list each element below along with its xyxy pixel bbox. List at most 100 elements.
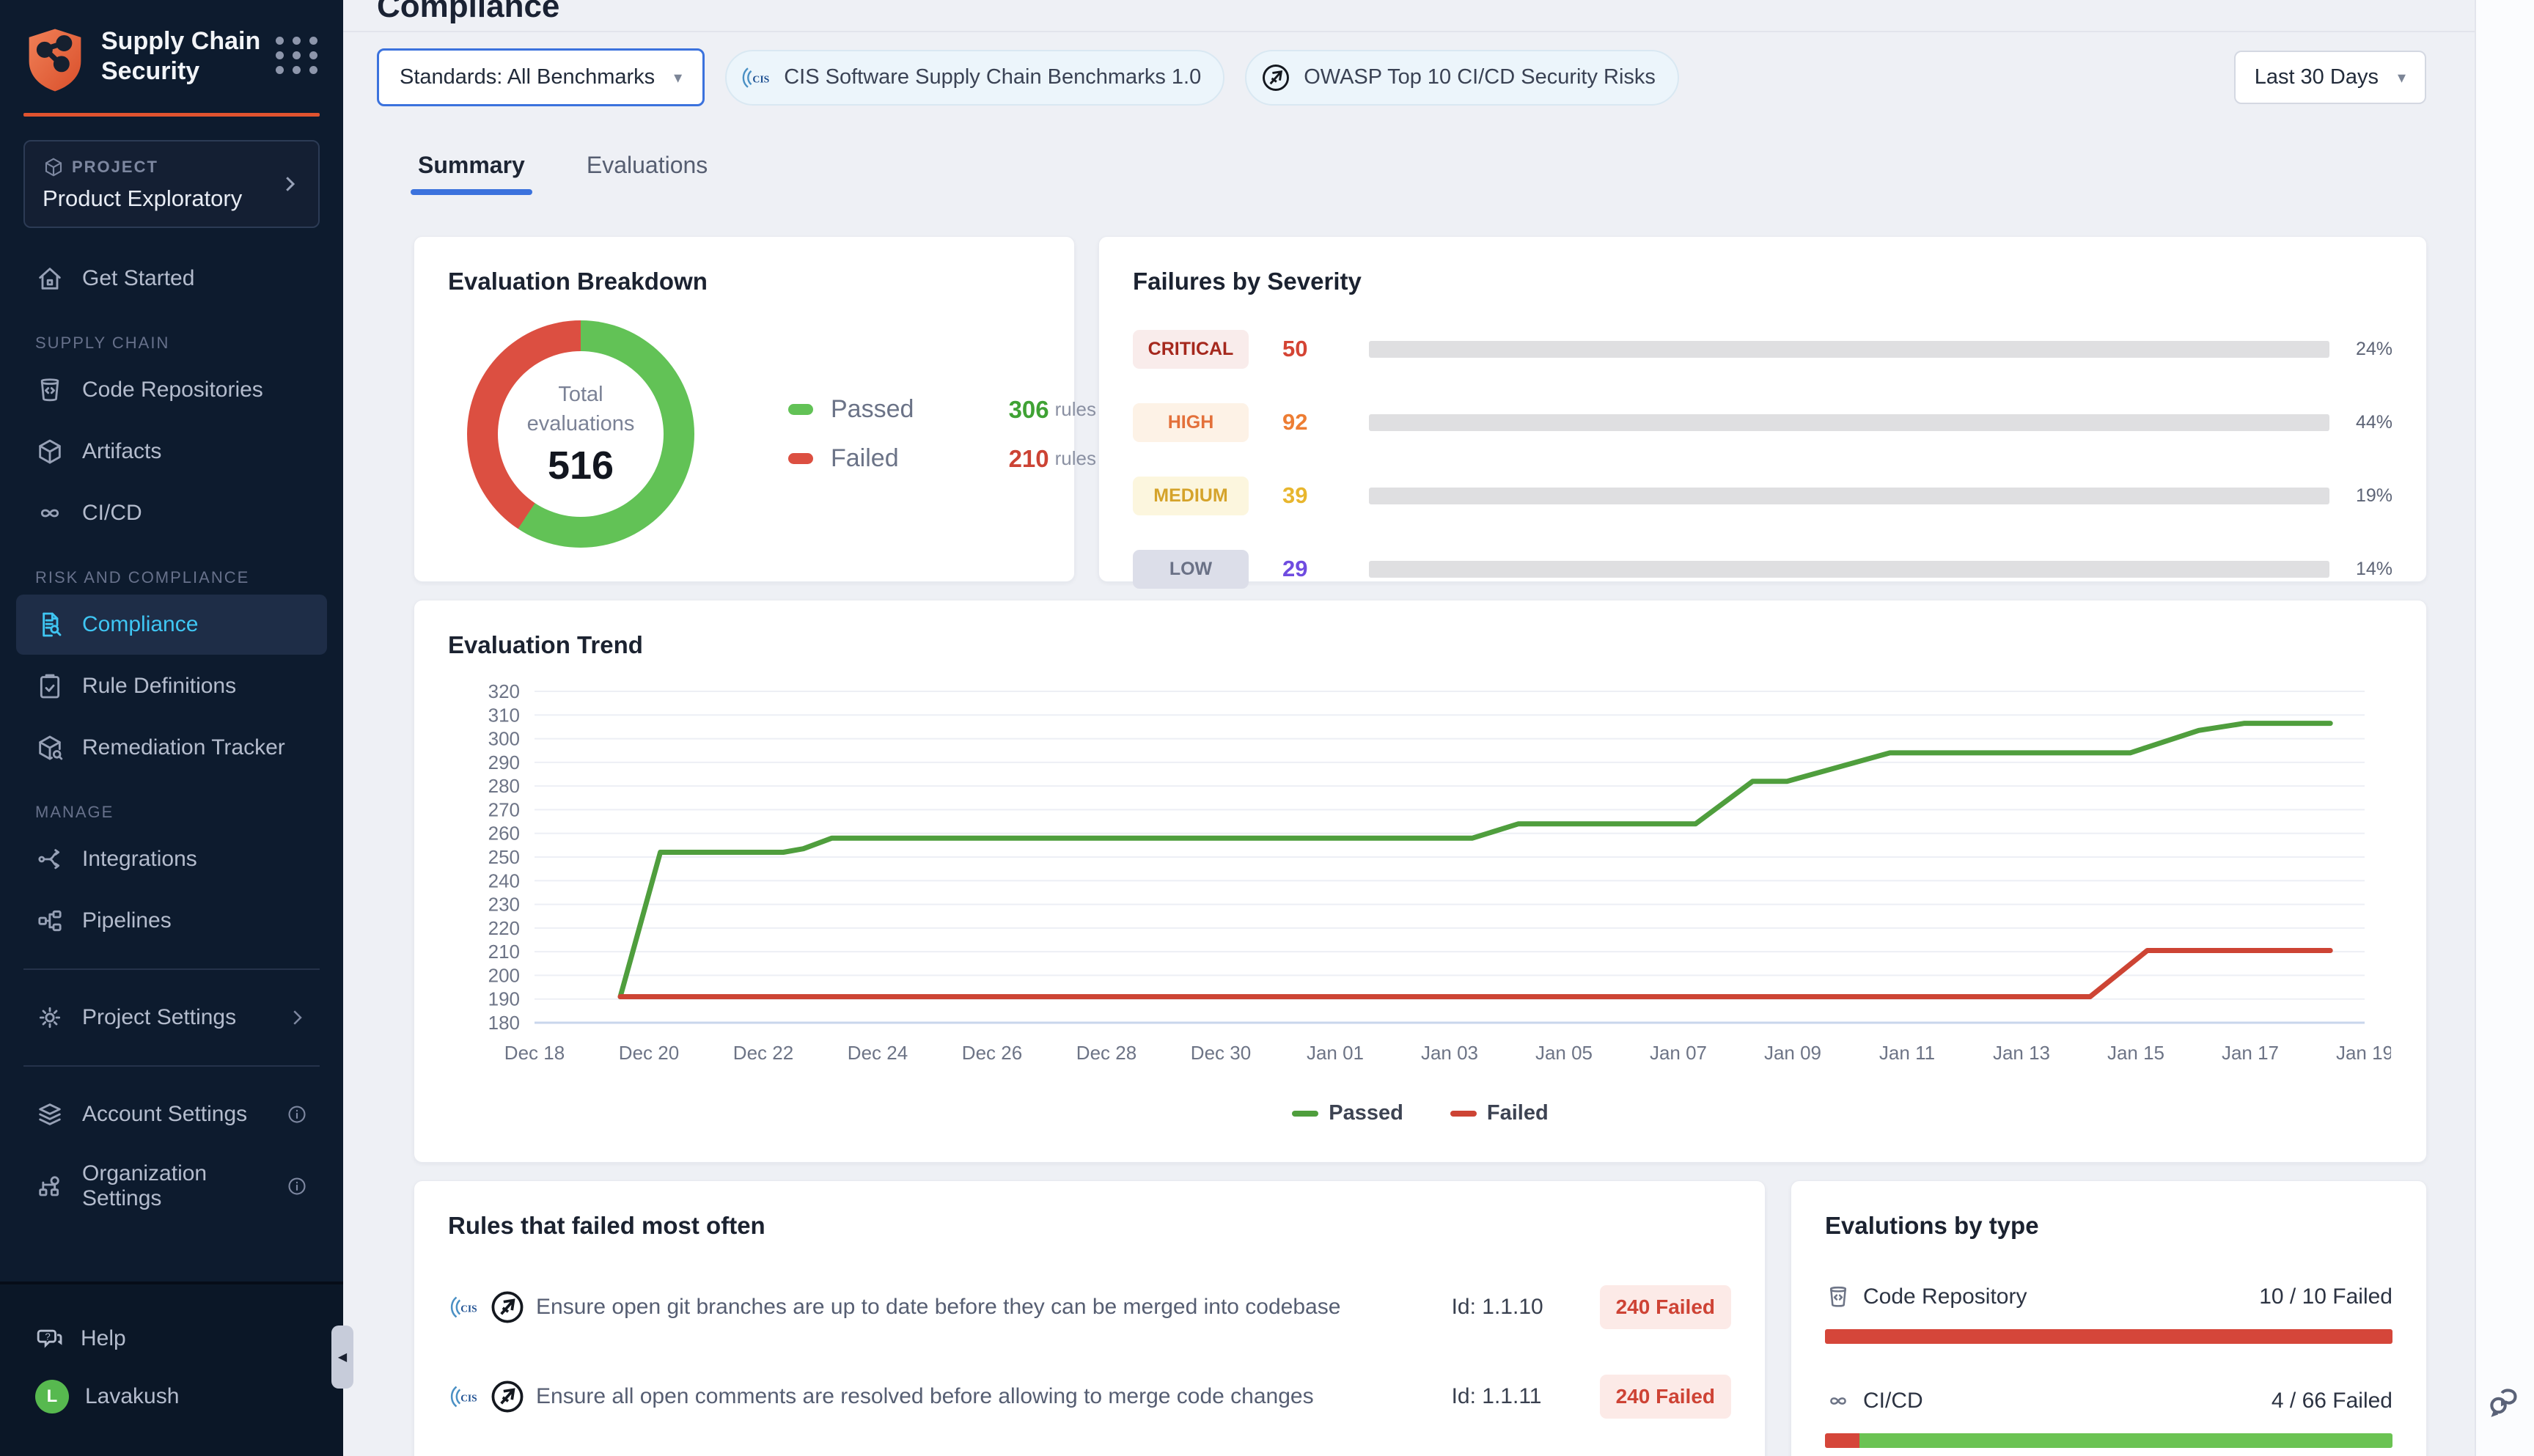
chat-support-icon[interactable] [2483, 1380, 2526, 1422]
benchmark-chip-owasp[interactable]: OWASP Top 10 CI/CD Security Risks [1245, 50, 1679, 106]
severity-badge: CRITICAL [1133, 330, 1249, 369]
date-range-dropdown[interactable]: Last 30 Days ▾ [2234, 51, 2426, 104]
svg-text:?: ? [45, 1331, 50, 1342]
repo-icon [1825, 1284, 1851, 1310]
page-title: Compliance [377, 0, 2475, 25]
app-title: Supply Chain Security [101, 26, 276, 87]
repo-icon [35, 375, 65, 405]
shield-logo-icon [23, 26, 87, 94]
svg-text:Jan 09: Jan 09 [1764, 1042, 1821, 1064]
rules-failed-card: Rules that failed most often CISEnsure o… [414, 1180, 1766, 1456]
rule-failed-badge: 240 Failed [1600, 1285, 1731, 1329]
svg-text:CIS: CIS [753, 73, 770, 84]
cis-logo-icon: CIS [448, 1290, 482, 1324]
svg-text:CIS: CIS [460, 1393, 477, 1404]
sidebar-section-label: MANAGE [35, 803, 343, 822]
tab-summary[interactable]: Summary [411, 141, 532, 195]
type-failed-value: 10 / 10 Failed [2259, 1284, 2392, 1309]
sidebar-item-rule-definitions[interactable]: Rule Definitions [16, 656, 327, 716]
right-rail [2475, 0, 2534, 1456]
sidebar-collapse-handle[interactable]: ◀ [331, 1326, 353, 1389]
severity-badge: HIGH [1133, 403, 1249, 442]
sidebar-item-project-settings[interactable]: Project Settings [16, 988, 327, 1048]
svg-text:Dec 22: Dec 22 [733, 1042, 793, 1064]
svg-text:230: 230 [488, 894, 520, 916]
svg-text:180: 180 [488, 1012, 520, 1034]
sidebar-item-compliance[interactable]: Compliance [16, 595, 327, 655]
sidebar-section-label: SUPPLY CHAIN [35, 334, 343, 353]
type-label: Code Repository [1863, 1284, 2027, 1309]
svg-text:290: 290 [488, 751, 520, 773]
brand-accent-divider [23, 113, 320, 117]
layers-icon [35, 1100, 65, 1129]
svg-text:CIS: CIS [460, 1304, 477, 1315]
home-icon [35, 264, 65, 293]
card-title: Rules that failed most often [448, 1212, 1731, 1240]
svg-text:Jan 11: Jan 11 [1879, 1042, 1935, 1064]
info-icon [286, 1103, 308, 1125]
avatar: L [35, 1380, 69, 1413]
user-name: Lavakush [85, 1384, 179, 1409]
severity-row-high: HIGH9244% [1133, 401, 2392, 444]
evaluation-trend-chart: 1801902002102202302402502602702802903003… [448, 674, 2392, 1088]
sidebar-item-remediation-tracker[interactable]: Remediation Tracker [16, 718, 327, 778]
app-switcher-icon[interactable] [276, 37, 320, 74]
rule-text: Ensure all open comments are resolved be… [536, 1384, 1452, 1409]
trend-legend-item-failed: Failed [1450, 1101, 1549, 1125]
passed-count: 306 [1009, 396, 1049, 424]
bar-segment [1825, 1329, 2392, 1344]
tab-evaluations[interactable]: Evaluations [579, 141, 715, 195]
svg-text:Dec 18: Dec 18 [504, 1042, 565, 1064]
sidebar-item-organization-settings[interactable]: Organization Settings [16, 1146, 327, 1227]
type-progress-bar [1825, 1433, 2392, 1448]
benchmark-chip-cis[interactable]: CIS CIS Software Supply Chain Benchmarks… [725, 50, 1224, 106]
standards-filter-value: Standards: All Benchmarks [400, 65, 655, 89]
info-icon [286, 1175, 308, 1197]
rule-row[interactable]: CIS Ensure all open comments are resolved… [448, 1375, 1731, 1419]
svg-text:250: 250 [488, 846, 520, 868]
svg-text:Jan 15: Jan 15 [2107, 1042, 2164, 1064]
svg-text:200: 200 [488, 964, 520, 986]
svg-text:Dec 26: Dec 26 [962, 1042, 1022, 1064]
severity-count: 92 [1282, 409, 1369, 435]
sidebar-item-integrations[interactable]: Integrations [16, 829, 327, 889]
svg-text:300: 300 [488, 728, 520, 750]
sidebar-item-get-started[interactable]: Get Started [16, 249, 327, 309]
type-row-code-repository: Code Repository 10 / 10 Failed [1825, 1284, 2392, 1344]
clipboard-check-icon [35, 672, 65, 701]
card-title: Failures by Severity [1133, 268, 2392, 295]
rule-id: Id: 1.1.11 [1452, 1384, 1584, 1409]
svg-text:Dec 28: Dec 28 [1076, 1042, 1136, 1064]
rule-id: Id: 1.1.10 [1452, 1295, 1584, 1320]
cis-logo-icon: CIS [740, 62, 772, 94]
sidebar-item-account-settings[interactable]: Account Settings [16, 1084, 327, 1144]
standards-filter-dropdown[interactable]: Standards: All Benchmarks ▾ [377, 48, 705, 106]
user-menu[interactable]: L Lavakush [23, 1367, 320, 1427]
evaluation-donut-chart: Total evaluations 516 [467, 320, 694, 548]
rule-row[interactable]: CISEnsure open git branches are up to da… [448, 1285, 1731, 1329]
type-row-ci-cd: CI/CD4 / 66 Failed [1825, 1388, 2392, 1448]
chip-label: OWASP Top 10 CI/CD Security Risks [1304, 65, 1656, 89]
svg-text:Jan 05: Jan 05 [1535, 1042, 1593, 1064]
sidebar-item-artifacts[interactable]: Artifacts [16, 422, 327, 482]
donut-center-label: Total [558, 380, 603, 409]
chevron-right-icon [286, 1007, 308, 1029]
sidebar-item-pipelines[interactable]: Pipelines [16, 891, 327, 951]
project-selector[interactable]: PROJECT Product Exploratory [23, 140, 320, 228]
card-title: Evalutions by type [1825, 1212, 2392, 1240]
svg-text:280: 280 [488, 775, 520, 797]
sidebar-header: Supply Chain Security [0, 0, 343, 94]
failed-count: 210 [1009, 445, 1049, 473]
svg-text:310: 310 [488, 704, 520, 726]
sidebar-item-code-repositories[interactable]: Code Repositories [16, 360, 327, 420]
svg-text:Jan 13: Jan 13 [1993, 1042, 2050, 1064]
infinity-icon [35, 499, 65, 528]
trend-legend: PassedFailed [448, 1101, 2392, 1125]
sidebar-item-help[interactable]: ? Help [23, 1311, 320, 1367]
evaluations-by-type-card: Evalutions by type Code Repository 10 / 1… [1791, 1180, 2427, 1456]
help-label: Help [81, 1326, 126, 1351]
svg-text:Jan 17: Jan 17 [2222, 1042, 2279, 1064]
filter-bar: Standards: All Benchmarks ▾ CIS CIS Soft… [343, 32, 2475, 122]
card-title: Evaluation Trend [448, 631, 2392, 659]
sidebar-item-ci-cd[interactable]: CI/CD [16, 483, 327, 543]
